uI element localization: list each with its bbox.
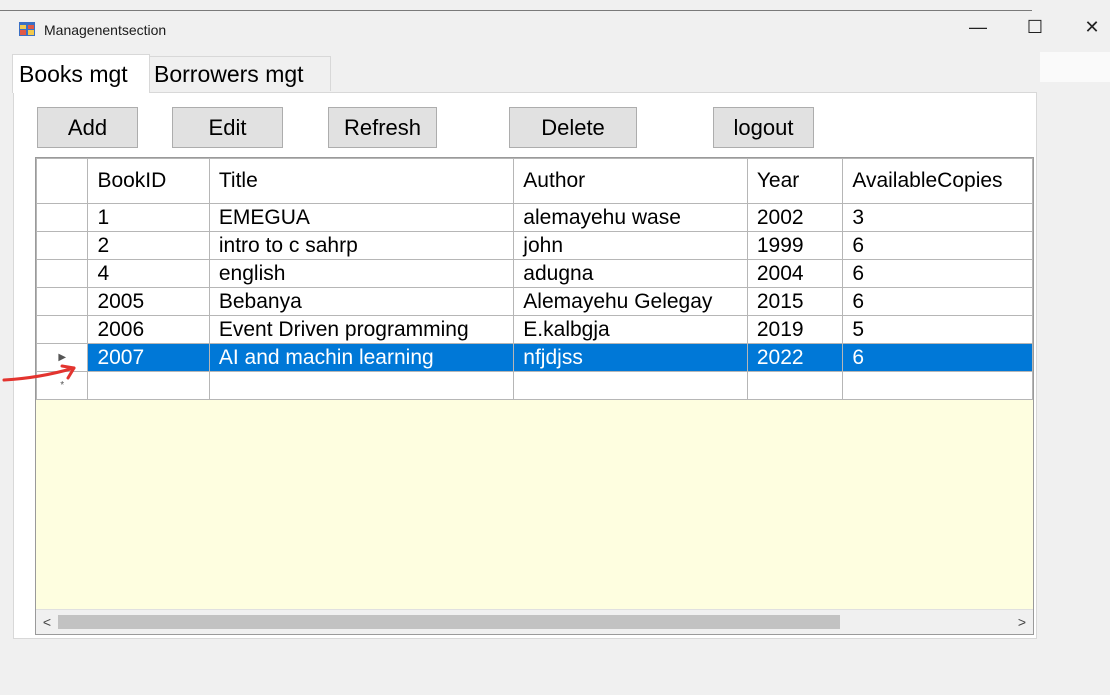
table-row[interactable]: 2 intro to c sahrp john 1999 6 bbox=[36, 231, 1033, 260]
scroll-right-icon[interactable]: > bbox=[1013, 610, 1031, 634]
title-bar: Managenentsection — ☐ ✕ bbox=[0, 11, 1110, 43]
form-background-strip bbox=[1040, 52, 1110, 82]
app-window-icon bbox=[19, 22, 35, 36]
refresh-button[interactable]: Refresh bbox=[328, 107, 437, 148]
horizontal-scrollbar[interactable]: < > bbox=[36, 609, 1033, 634]
cell-bookid[interactable]: 2006 bbox=[87, 315, 210, 344]
cell-title[interactable]: Bebanya bbox=[208, 287, 515, 316]
column-header-bookid[interactable]: BookID bbox=[87, 158, 210, 204]
cell-availablecopies[interactable]: 6 bbox=[842, 287, 1033, 316]
new-row[interactable]: * bbox=[36, 371, 1033, 400]
table-row[interactable]: 1 EMEGUA alemayehu wase 2002 3 bbox=[36, 203, 1033, 232]
cell-year[interactable]: 2002 bbox=[746, 203, 844, 232]
row-header[interactable] bbox=[36, 315, 89, 344]
cell-author[interactable]: adugna bbox=[513, 259, 748, 288]
cell-title[interactable]: english bbox=[208, 259, 515, 288]
red-arrow-annotation-icon bbox=[2, 364, 76, 382]
table-row[interactable]: 2005 Bebanya Alemayehu Gelegay 2015 6 bbox=[36, 287, 1033, 316]
books-data-grid[interactable]: BookID Title Author Year AvailableCopies… bbox=[35, 157, 1034, 635]
row-header[interactable] bbox=[36, 259, 89, 288]
cell-year[interactable]: 2004 bbox=[746, 259, 844, 288]
cell-title[interactable]: Event Driven programming bbox=[208, 315, 515, 344]
cell-availablecopies[interactable] bbox=[842, 371, 1033, 400]
cell-availablecopies[interactable]: 6 bbox=[842, 343, 1033, 372]
row-header-corner[interactable] bbox=[36, 158, 89, 204]
cell-bookid[interactable] bbox=[87, 371, 210, 400]
add-button[interactable]: Add bbox=[37, 107, 138, 148]
tab-borrowers-mgt[interactable]: Borrowers mgt bbox=[147, 56, 331, 91]
cell-availablecopies[interactable]: 6 bbox=[842, 259, 1033, 288]
cell-year[interactable]: 2019 bbox=[746, 315, 844, 344]
table-row-selected[interactable]: ▶ 2007 AI and machin learning nfjdjss 20… bbox=[36, 343, 1033, 372]
table-row[interactable]: 4 english adugna 2004 6 bbox=[36, 259, 1033, 288]
cell-bookid[interactable]: 2007 bbox=[87, 343, 210, 372]
cell-year[interactable] bbox=[746, 371, 844, 400]
column-header-year[interactable]: Year bbox=[746, 158, 844, 204]
cell-author[interactable]: john bbox=[513, 231, 748, 260]
books-table: BookID Title Author Year AvailableCopies… bbox=[36, 158, 1033, 400]
cell-bookid[interactable]: 1 bbox=[87, 203, 210, 232]
table-row[interactable]: 2006 Event Driven programming E.kalbgja … bbox=[36, 315, 1033, 344]
cell-year[interactable]: 1999 bbox=[746, 231, 844, 260]
window-title: Managenentsection bbox=[44, 22, 167, 38]
cell-title[interactable]: EMEGUA bbox=[208, 203, 515, 232]
cell-author[interactable]: alemayehu wase bbox=[513, 203, 748, 232]
cell-title[interactable]: intro to c sahrp bbox=[208, 231, 515, 260]
maximize-button[interactable]: ☐ bbox=[1012, 11, 1058, 43]
cell-bookid[interactable]: 2 bbox=[87, 231, 210, 260]
column-header-author[interactable]: Author bbox=[513, 158, 748, 204]
cell-bookid[interactable]: 4 bbox=[87, 259, 210, 288]
minimize-button[interactable]: — bbox=[955, 11, 1001, 43]
cell-title[interactable]: AI and machin learning bbox=[208, 343, 515, 372]
logout-button[interactable]: logout bbox=[713, 107, 814, 148]
cell-availablecopies[interactable]: 6 bbox=[842, 231, 1033, 260]
cell-author[interactable]: nfjdjss bbox=[513, 343, 748, 372]
row-header[interactable] bbox=[36, 287, 89, 316]
cell-bookid[interactable]: 2005 bbox=[87, 287, 210, 316]
tab-books-mgt[interactable]: Books mgt bbox=[12, 54, 150, 93]
cell-author[interactable] bbox=[513, 371, 748, 400]
close-button[interactable]: ✕ bbox=[1069, 11, 1110, 43]
cell-year[interactable]: 2022 bbox=[746, 343, 844, 372]
cell-author[interactable]: Alemayehu Gelegay bbox=[513, 287, 748, 316]
cell-availablecopies[interactable]: 3 bbox=[842, 203, 1033, 232]
column-header-availablecopies[interactable]: AvailableCopies bbox=[842, 158, 1033, 204]
header-row: BookID Title Author Year AvailableCopies bbox=[36, 158, 1033, 204]
cell-title[interactable] bbox=[208, 371, 515, 400]
row-header[interactable] bbox=[36, 231, 89, 260]
cell-year[interactable]: 2015 bbox=[746, 287, 844, 316]
column-header-title[interactable]: Title bbox=[208, 158, 515, 204]
scroll-left-icon[interactable]: < bbox=[38, 610, 56, 634]
cell-author[interactable]: E.kalbgja bbox=[513, 315, 748, 344]
cell-availablecopies[interactable]: 5 bbox=[842, 315, 1033, 344]
row-header[interactable] bbox=[36, 203, 89, 232]
delete-button[interactable]: Delete bbox=[509, 107, 637, 148]
edit-button[interactable]: Edit bbox=[172, 107, 283, 148]
scrollbar-thumb[interactable] bbox=[58, 615, 840, 629]
